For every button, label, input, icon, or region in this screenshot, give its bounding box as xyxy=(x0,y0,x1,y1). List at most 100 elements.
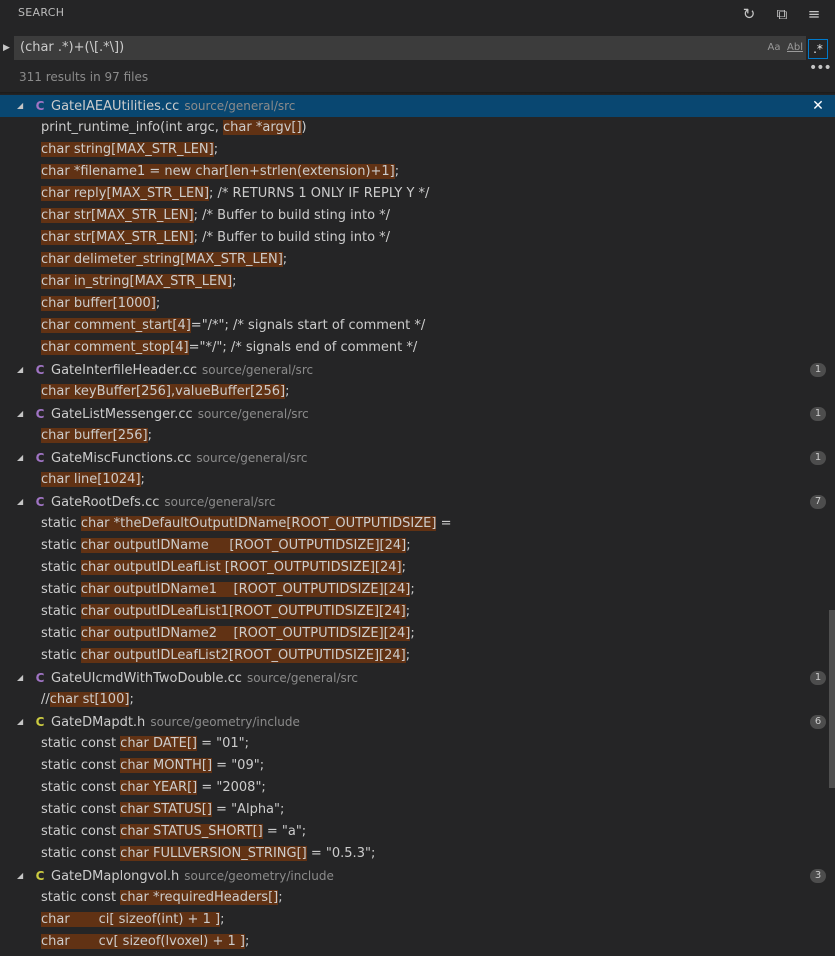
match-highlight: char outputIDName1 [ROOT_OUTPUTIDSIZE][2… xyxy=(80,582,411,597)
expanded-chevron-icon[interactable]: ◢ xyxy=(17,95,27,117)
match-prefix: static const xyxy=(41,846,121,861)
match-suffix: ; xyxy=(410,626,415,641)
collapse-all-icon[interactable]: ⧉ xyxy=(772,4,792,24)
match-row[interactable]: print_runtime_info(int argc, char *argv[… xyxy=(0,117,835,139)
c-header-file-icon: C xyxy=(35,715,45,729)
match-suffix: = "2008"; xyxy=(197,780,266,795)
match-text: char keyBuffer[256],valueBuffer[256]; xyxy=(41,381,289,403)
match-row[interactable]: static char *theDefaultOutputIDName[ROOT… xyxy=(0,513,835,535)
match-prefix: static xyxy=(41,604,81,619)
match-row[interactable]: char keyBuffer[256],valueBuffer[256]; xyxy=(0,381,835,403)
match-row[interactable]: static char outputIDName1 [ROOT_OUTPUTID… xyxy=(0,579,835,601)
match-count-badge: 1 xyxy=(810,407,826,421)
regex-icon[interactable]: .* xyxy=(808,39,828,59)
match-row[interactable]: static const char STATUS[] = "Alpha"; xyxy=(0,799,835,821)
file-row[interactable]: ◢ C GateDMaplongvol.h source/geometry/inclu… xyxy=(0,865,835,887)
file-row[interactable]: ◢ C GateMiscFunctions.cc source/general/src… xyxy=(0,447,835,469)
match-text: static const char YEAR[] = "2008"; xyxy=(41,777,266,799)
match-row[interactable]: char in_string[MAX_STR_LEN]; xyxy=(0,271,835,293)
match-prefix: static const xyxy=(41,824,121,839)
match-highlight: char str[MAX_STR_LEN] xyxy=(41,230,194,245)
expanded-chevron-icon[interactable]: ◢ xyxy=(17,711,27,733)
file-row[interactable]: ◢ C GateInterfileHeader.cc source/general/s… xyxy=(0,359,835,381)
scrollbar-thumb[interactable] xyxy=(829,610,835,788)
search-input[interactable]: (char .*)+(\[.*\]) Aa Abl xyxy=(14,36,806,60)
file-name: GateRootDefs.cc source/general/src xyxy=(51,491,275,514)
clear-results-icon[interactable]: ≡ xyxy=(804,4,824,24)
file-row[interactable]: ◢ C GateListMessenger.cc source/general/src… xyxy=(0,403,835,425)
match-text: static char outputIDLeafList2[ROOT_OUTPU… xyxy=(41,645,410,667)
match-row[interactable]: static char outputIDLeafList1[ROOT_OUTPU… xyxy=(0,601,835,623)
match-row[interactable]: static const char DATE[] = "01"; xyxy=(0,733,835,755)
file-path: source/geometry/include xyxy=(150,715,300,729)
match-row[interactable]: char buffer[1000]; xyxy=(0,293,835,315)
expanded-chevron-icon[interactable]: ◢ xyxy=(17,491,27,513)
match-row[interactable]: char reply[MAX_STR_LEN]; /* RETURNS 1 ON… xyxy=(0,183,835,205)
match-row[interactable]: char delimeter_string[MAX_STR_LEN]; xyxy=(0,249,835,271)
match-row[interactable]: char comment_stop[4]="*/"; /* signals en… xyxy=(0,337,835,359)
match-row[interactable]: static const char *requiredHeaders[]; xyxy=(0,887,835,909)
match-prefix: static xyxy=(41,648,81,663)
match-row[interactable]: static const char MONTH[] = "09"; xyxy=(0,755,835,777)
expanded-chevron-icon[interactable]: ◢ xyxy=(17,865,27,887)
match-prefix: static xyxy=(41,538,81,553)
cpp-file-icon: C xyxy=(35,671,45,685)
whole-word-icon[interactable]: Abl xyxy=(787,41,803,55)
match-text: char cv[ sizeof(lvoxel) + 1 ]; xyxy=(41,931,249,953)
match-row[interactable]: char str[MAX_STR_LEN]; /* Buffer to buil… xyxy=(0,205,835,227)
match-row[interactable]: static char outputIDLeafList2[ROOT_OUTPU… xyxy=(0,645,835,667)
match-row[interactable]: char str[MAX_STR_LEN]; /* Buffer to buil… xyxy=(0,227,835,249)
expanded-chevron-icon[interactable]: ◢ xyxy=(17,447,27,469)
match-count-badge: 1 xyxy=(810,671,826,685)
file-name-label: GateIAEAUtilities.cc xyxy=(51,99,180,114)
toggle-replace-icon[interactable]: ▶ xyxy=(3,41,11,55)
match-suffix: ; /* Buffer to build sting into */ xyxy=(193,208,391,223)
match-highlight: char string[MAX_STR_LEN] xyxy=(41,142,214,157)
match-highlight: char YEAR[] xyxy=(120,780,198,795)
expanded-chevron-icon[interactable]: ◢ xyxy=(17,359,27,381)
match-row[interactable]: static const char FULLVERSION_STRING[] =… xyxy=(0,843,835,865)
match-suffix: ; xyxy=(155,296,161,311)
match-prefix: static const xyxy=(41,890,121,905)
match-highlight: char *requiredHeaders[] xyxy=(120,890,279,905)
match-text: char in_string[MAX_STR_LEN]; xyxy=(41,271,236,293)
refresh-icon[interactable]: ↻ xyxy=(739,4,759,24)
match-suffix: ="*/"; /* signals end of comment */ xyxy=(188,340,418,355)
file-row[interactable]: ◢ C GateRootDefs.cc source/general/src 7 xyxy=(0,491,835,513)
match-prefix: // xyxy=(41,692,50,707)
file-row[interactable]: ◢ C GateIAEAUtilities.cc source/general/src… xyxy=(0,95,835,117)
results-summary: 311 results in 97 files xyxy=(19,70,149,84)
match-count-badge: 3 xyxy=(810,869,826,883)
match-row[interactable]: char cv[ sizeof(lvoxel) + 1 ]; xyxy=(0,931,835,953)
match-suffix: ; xyxy=(278,890,283,905)
match-row[interactable]: static const char YEAR[] = "2008"; xyxy=(0,777,835,799)
match-row[interactable]: static char outputIDLeafList [ROOT_OUTPU… xyxy=(0,557,835,579)
match-row[interactable]: char line[1024]; xyxy=(0,469,835,491)
match-row[interactable]: static char outputIDName2 [ROOT_OUTPUTID… xyxy=(0,623,835,645)
match-text: char ci[ sizeof(int) + 1 ]; xyxy=(41,909,224,931)
match-row[interactable]: //char st[100]; xyxy=(0,689,835,711)
match-suffix: = xyxy=(436,516,452,531)
match-row[interactable]: static const char STATUS_SHORT[] = "a"; xyxy=(0,821,835,843)
match-highlight: char in_string[MAX_STR_LEN] xyxy=(41,274,233,289)
match-text: static const char *requiredHeaders[]; xyxy=(41,887,283,909)
match-case-icon[interactable]: Aa xyxy=(766,41,782,55)
match-prefix: static const xyxy=(41,780,121,795)
match-row[interactable]: static char outputIDName [ROOT_OUTPUTIDS… xyxy=(0,535,835,557)
match-row[interactable]: char buffer[256]; xyxy=(0,425,835,447)
match-suffix: ; xyxy=(232,274,237,289)
file-name: GateIAEAUtilities.cc source/general/src xyxy=(51,95,295,118)
match-row[interactable]: char comment_start[4]="/*"; /* signals s… xyxy=(0,315,835,337)
match-prefix: static const xyxy=(41,802,121,817)
dismiss-icon[interactable]: ✕ xyxy=(811,95,825,117)
file-row[interactable]: ◢ C GateUIcmdWithTwoDouble.cc source/genera… xyxy=(0,667,835,689)
file-path: source/geometry/include xyxy=(184,869,334,883)
match-row[interactable]: char string[MAX_STR_LEN]; xyxy=(0,139,835,161)
ellipsis-icon[interactable]: ••• xyxy=(809,60,832,76)
match-row[interactable]: char ci[ sizeof(int) + 1 ]; xyxy=(0,909,835,931)
file-row[interactable]: ◢ C GateDMapdt.h source/geometry/include 6 xyxy=(0,711,835,733)
c-header-file-icon: C xyxy=(35,869,45,883)
match-row[interactable]: char *filename1 = new char[len+strlen(ex… xyxy=(0,161,835,183)
expanded-chevron-icon[interactable]: ◢ xyxy=(17,403,27,425)
expanded-chevron-icon[interactable]: ◢ xyxy=(17,667,27,689)
